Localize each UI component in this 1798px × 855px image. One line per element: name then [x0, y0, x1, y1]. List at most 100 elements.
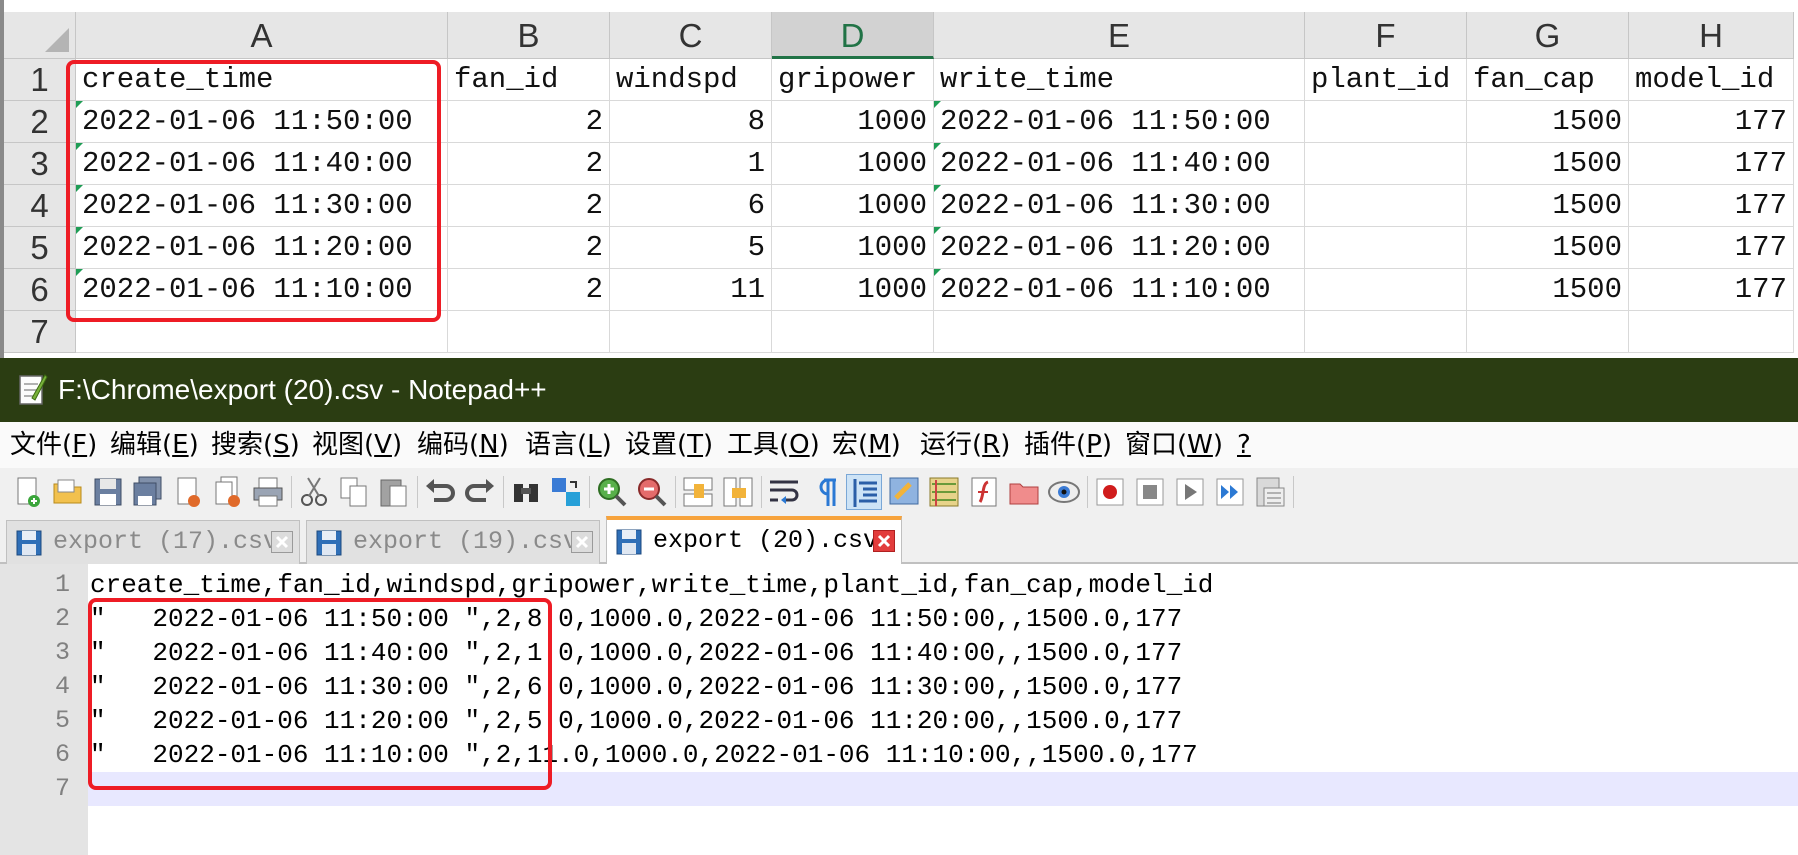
tab-export-19[interactable]: export (19).csv	[306, 520, 600, 564]
new-file-button[interactable]	[10, 474, 46, 510]
indent-guide-button[interactable]	[846, 474, 882, 510]
code-line-4[interactable]: " 2022-01-06 11:30:00 ",2,6.0,1000.0,202…	[90, 670, 1182, 704]
undo-button[interactable]	[422, 474, 458, 510]
menu-item-v[interactable]: 视图(V)	[312, 422, 402, 468]
text-editor[interactable]: 1 2 3 4 5 6 7 create_time,fan_id,windspd,gripow…	[0, 564, 1798, 855]
cell-b4[interactable]: 2	[448, 185, 610, 227]
cell-h5[interactable]: 177	[1629, 227, 1794, 269]
cell-f3[interactable]	[1305, 143, 1467, 185]
cell-h6[interactable]: 177	[1629, 269, 1794, 311]
play-macro-button[interactable]	[1172, 474, 1208, 510]
cell-h3[interactable]: 177	[1629, 143, 1794, 185]
run-macro-multiple-button[interactable]	[1212, 474, 1248, 510]
function-list-button[interactable]	[966, 474, 1002, 510]
menu-item-p[interactable]: 插件(P)	[1024, 422, 1112, 468]
cell-d5[interactable]: 1000	[772, 227, 934, 269]
cell-g7[interactable]	[1467, 311, 1629, 353]
cell-a7[interactable]	[76, 311, 448, 353]
cell-f5[interactable]	[1305, 227, 1467, 269]
cell-b7[interactable]	[448, 311, 610, 353]
cell-h7[interactable]	[1629, 311, 1794, 353]
column-header-h[interactable]: H	[1629, 12, 1794, 59]
stop-record-button[interactable]	[1132, 474, 1168, 510]
open-file-button[interactable]	[50, 474, 86, 510]
cell-g2[interactable]: 1500	[1467, 101, 1629, 143]
close-all-button[interactable]	[210, 474, 246, 510]
cell-b3[interactable]: 2	[448, 143, 610, 185]
cell-d2[interactable]: 1000	[772, 101, 934, 143]
zoom-out-button[interactable]	[634, 474, 670, 510]
select-all-corner[interactable]	[4, 12, 76, 59]
zoom-in-button[interactable]	[594, 474, 630, 510]
cell-e1[interactable]: write_time	[934, 59, 1305, 101]
cell-c5[interactable]: 5	[610, 227, 772, 269]
cell-f2[interactable]	[1305, 101, 1467, 143]
menu-item-r[interactable]: 运行(R)	[920, 422, 1010, 468]
cell-a6[interactable]: 2022-01-06 11:10:00	[76, 269, 448, 311]
code-line-3[interactable]: " 2022-01-06 11:40:00 ",2,1.0,1000.0,202…	[90, 636, 1182, 670]
column-header-b[interactable]: B	[448, 12, 610, 59]
save-macro-button[interactable]	[1252, 474, 1288, 510]
code-line-1[interactable]: create_time,fan_id,windspd,gripower,writ…	[90, 568, 1213, 602]
cell-h4[interactable]: 177	[1629, 185, 1794, 227]
code-line-2[interactable]: " 2022-01-06 11:50:00 ",2,8.0,1000.0,202…	[90, 602, 1182, 636]
cell-d6[interactable]: 1000	[772, 269, 934, 311]
tab-export-20[interactable]: export (20).csv	[606, 516, 902, 564]
row-header-4[interactable]: 4	[4, 185, 76, 227]
cell-e5[interactable]: 2022-01-06 11:20:00	[934, 227, 1305, 269]
cell-f6[interactable]	[1305, 269, 1467, 311]
cell-d1[interactable]: gripower	[772, 59, 934, 101]
tab-close-icon[interactable]	[571, 531, 593, 553]
code-line-5[interactable]: " 2022-01-06 11:20:00 ",2,5.0,1000.0,202…	[90, 704, 1182, 738]
menu-item-o[interactable]: 工具(O)	[727, 422, 820, 468]
cell-e7[interactable]	[934, 311, 1305, 353]
cell-a1[interactable]: create_time	[76, 59, 448, 101]
title-bar[interactable]: F:\Chrome\export (20).csv - Notepad++	[0, 358, 1798, 422]
cell-a4[interactable]: 2022-01-06 11:30:00	[76, 185, 448, 227]
cell-c6[interactable]: 11	[610, 269, 772, 311]
replace-button[interactable]	[548, 474, 584, 510]
column-header-d[interactable]: D	[772, 12, 934, 59]
cell-h2[interactable]: 177	[1629, 101, 1794, 143]
cell-d3[interactable]: 1000	[772, 143, 934, 185]
show-all-chars-button[interactable]	[806, 474, 842, 510]
code-line-6[interactable]: " 2022-01-06 11:10:00 ",2,11.0,1000.0,20…	[90, 738, 1198, 772]
redo-button[interactable]	[462, 474, 498, 510]
cut-button[interactable]	[296, 474, 332, 510]
row-header-1[interactable]: 1	[4, 59, 76, 101]
save-button[interactable]	[90, 474, 126, 510]
cell-f4[interactable]	[1305, 185, 1467, 227]
cell-f1[interactable]: plant_id	[1305, 59, 1467, 101]
find-button[interactable]	[508, 474, 544, 510]
cell-e3[interactable]: 2022-01-06 11:40:00	[934, 143, 1305, 185]
menu-item-m[interactable]: 宏(M)	[832, 422, 901, 468]
cell-b1[interactable]: fan_id	[448, 59, 610, 101]
cell-b6[interactable]: 2	[448, 269, 610, 311]
monitoring-button[interactable]	[1046, 474, 1082, 510]
row-header-2[interactable]: 2	[4, 101, 76, 143]
cell-g6[interactable]: 1500	[1467, 269, 1629, 311]
cell-e2[interactable]: 2022-01-06 11:50:00	[934, 101, 1305, 143]
cell-c2[interactable]: 8	[610, 101, 772, 143]
copy-button[interactable]	[336, 474, 372, 510]
cell-d4[interactable]: 1000	[772, 185, 934, 227]
cell-g4[interactable]: 1500	[1467, 185, 1629, 227]
cell-b5[interactable]: 2	[448, 227, 610, 269]
tab-close-icon[interactable]	[271, 531, 293, 553]
cell-f7[interactable]	[1305, 311, 1467, 353]
column-header-f[interactable]: F	[1305, 12, 1467, 59]
menu-item-n[interactable]: 编码(N)	[417, 422, 509, 468]
close-button[interactable]	[170, 474, 206, 510]
cell-a5[interactable]: 2022-01-06 11:20:00	[76, 227, 448, 269]
cell-e4[interactable]: 2022-01-06 11:30:00	[934, 185, 1305, 227]
menu-item-e[interactable]: 编辑(E)	[110, 422, 199, 468]
cell-c1[interactable]: windspd	[610, 59, 772, 101]
save-all-button[interactable]	[130, 474, 166, 510]
word-wrap-button[interactable]	[766, 474, 802, 510]
paste-button[interactable]	[376, 474, 412, 510]
tab-export-17[interactable]: export (17).csv	[6, 520, 300, 564]
row-header-5[interactable]: 5	[4, 227, 76, 269]
menu-item-t[interactable]: 设置(T)	[625, 422, 713, 468]
menu-item-w[interactable]: 窗口(W)	[1125, 422, 1223, 468]
cell-b2[interactable]: 2	[448, 101, 610, 143]
